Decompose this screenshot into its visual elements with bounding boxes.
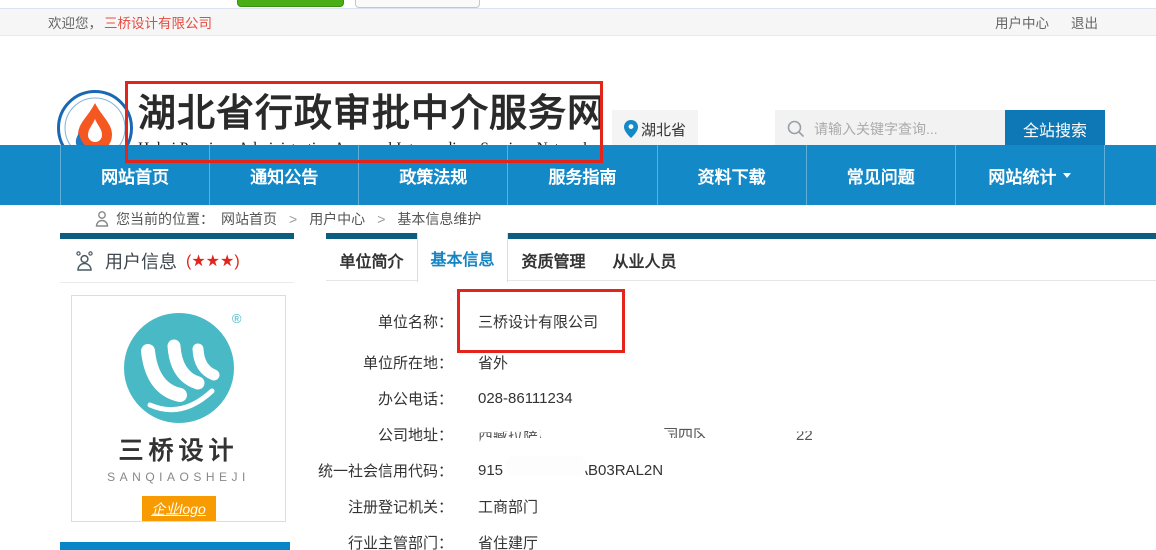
- tab-label: 基本信息: [430, 246, 494, 270]
- user-info-panel: 用户信息 (★★★) ® 三桥设计 SANQIAOSHEJI 企业logo: [60, 239, 294, 522]
- nav-item-service-guide[interactable]: 服务指南: [507, 145, 656, 205]
- breadcrumb-link-basic-info[interactable]: 基本信息维护: [397, 209, 481, 229]
- nav-label: 政策法规: [399, 163, 467, 188]
- nav-label: 服务指南: [548, 163, 616, 188]
- breadcrumb: 您当前的位置： 网站首页 > 用户中心 > 基本信息维护: [95, 205, 481, 233]
- nav-label: 通知公告: [250, 163, 318, 188]
- tab-basic-info[interactable]: 基本信息: [417, 233, 508, 282]
- browser-dialog-green-button-fragment[interactable]: [237, 0, 344, 7]
- breadcrumb-link-user-center[interactable]: 用户中心: [309, 209, 365, 229]
- top-bar: 欢迎您，三桥设计有限公司 用户中心 退出: [0, 8, 1156, 36]
- breadcrumb-separator: >: [289, 211, 297, 227]
- welcome-company-name[interactable]: 三桥设计有限公司: [104, 16, 212, 31]
- field-value-supervising-department: 省住建厅: [478, 532, 538, 550]
- redaction-scribble: [505, 456, 587, 476]
- breadcrumb-link-home[interactable]: 网站首页: [221, 209, 277, 229]
- map-pin-icon: [624, 120, 638, 138]
- company-logo-upload-link[interactable]: 企业logo: [142, 496, 216, 521]
- field-label: 行业主管部门：: [313, 532, 453, 550]
- search-box: [775, 110, 1005, 148]
- site-title: 湖北省行政审批中介服务网: [138, 91, 606, 137]
- nav-item-downloads[interactable]: 资料下载: [657, 145, 806, 205]
- field-row-company-name: 单位名称： 三桥设计有限公司: [313, 303, 1073, 339]
- page: 欢迎您，三桥设计有限公司 用户中心退出 湖北省行政审批中介服务网 Hubei P…: [0, 0, 1156, 550]
- breadcrumb-prefix: 您当前的位置：: [116, 209, 214, 229]
- redaction-scribble: [480, 438, 780, 445]
- tab-personnel[interactable]: 从业人员: [599, 239, 690, 281]
- company-logo-card: ® 三桥设计 SANQIAOSHEJI 企业logo: [71, 295, 286, 522]
- logout-link[interactable]: 退出: [1071, 16, 1098, 31]
- nav-item-policies[interactable]: 政策法规: [358, 145, 507, 205]
- tab-qualifications[interactable]: 资质管理: [508, 239, 599, 281]
- credit-code-fragment: 915: [478, 462, 503, 479]
- breadcrumb-separator: >: [377, 211, 385, 227]
- registered-trademark-mark: ®: [232, 311, 242, 326]
- top-bar-links: 用户中心 退出: [995, 12, 1098, 32]
- field-row-supervising-department: 行业主管部门： 省住建厅: [313, 524, 1073, 550]
- field-label: 注册登记机关：: [313, 496, 453, 517]
- field-value-location: 省外: [478, 352, 508, 373]
- field-label: 公司地址：: [313, 424, 453, 445]
- user-rating-stars: (★★★): [186, 251, 240, 271]
- credit-code-fragment: AB03RAL2N: [578, 462, 663, 479]
- field-value-registration-authority: 工商部门: [478, 496, 538, 517]
- company-logo-image: ®: [114, 309, 244, 427]
- nav-label: 网站首页: [101, 163, 169, 188]
- field-label: 办公电话：: [313, 388, 453, 409]
- field-row-location: 单位所在地： 省外: [313, 344, 1073, 380]
- search-input[interactable]: [814, 121, 984, 137]
- user-info-panel-header: 用户信息 (★★★): [60, 239, 294, 283]
- tab-company-profile[interactable]: 单位简介: [326, 239, 417, 281]
- field-row-office-phone: 办公电话： 028-86111234: [313, 380, 1073, 416]
- field-label: 单位所在地：: [313, 352, 453, 373]
- site-header: 湖北省行政审批中介服务网 Hubei Province Administrati…: [0, 36, 1156, 145]
- nav-item-site-stats[interactable]: 网站统计: [955, 145, 1105, 205]
- nav-label: 常见问题: [847, 163, 915, 188]
- user-info-title: 用户信息: [105, 248, 177, 274]
- field-row-registration-authority: 注册登记机关： 工商部门: [313, 488, 1073, 524]
- user-center-link[interactable]: 用户中心: [995, 16, 1049, 31]
- field-label: 单位名称：: [313, 311, 453, 332]
- nav-item-home[interactable]: 网站首页: [60, 145, 209, 205]
- field-value-company-name: 三桥设计有限公司: [478, 311, 598, 332]
- field-value-office-phone: 028-86111234: [478, 390, 573, 407]
- site-search-button[interactable]: 全站搜索: [1005, 110, 1105, 148]
- welcome-text: 欢迎您，三桥设计有限公司: [48, 12, 212, 32]
- nav-label: 资料下载: [698, 163, 766, 188]
- user-location-icon: [95, 211, 109, 227]
- region-selector[interactable]: 湖北省: [612, 110, 698, 148]
- company-logo-name: 三桥设计: [118, 431, 238, 467]
- tab-label: 从业人员: [612, 248, 676, 272]
- sidebar-next-section-bar: [60, 542, 290, 550]
- basic-info-form: 单位名称： 三桥设计有限公司 单位所在地： 省外 办公电话： 028-86111…: [313, 303, 1073, 550]
- chevron-down-icon: [1063, 173, 1071, 178]
- nav-label: 网站统计: [988, 163, 1056, 188]
- company-logo-latin: SANQIAOSHEJI: [107, 470, 250, 484]
- main-nav: 网站首页 通知公告 政策法规 服务指南 资料下载 常见问题 网站统计: [0, 145, 1156, 205]
- browser-dialog-gray-button-fragment[interactable]: [355, 0, 480, 8]
- tab-label: 单位简介: [339, 248, 403, 272]
- user-info-icon: [73, 250, 96, 272]
- nav-item-faq[interactable]: 常见问题: [806, 145, 955, 205]
- field-label: 统一社会信用代码：: [313, 460, 453, 481]
- nav-item-notices[interactable]: 通知公告: [209, 145, 358, 205]
- tab-label: 资质管理: [521, 248, 585, 272]
- welcome-prefix: 欢迎您，: [48, 16, 102, 31]
- content-tab-bar: 单位简介 基本信息 资质管理 从业人员: [326, 239, 1156, 281]
- region-label: 湖北省: [641, 119, 686, 140]
- field-row-company-address: 公司地址： 西藏拉萨市园四区22: [313, 416, 1073, 452]
- search-icon: [787, 120, 805, 138]
- field-row-credit-code: 统一社会信用代码： 915 AB03RAL2N: [313, 452, 1073, 488]
- main-nav-items: 网站首页 通知公告 政策法规 服务指南 资料下载 常见问题 网站统计: [60, 145, 1105, 205]
